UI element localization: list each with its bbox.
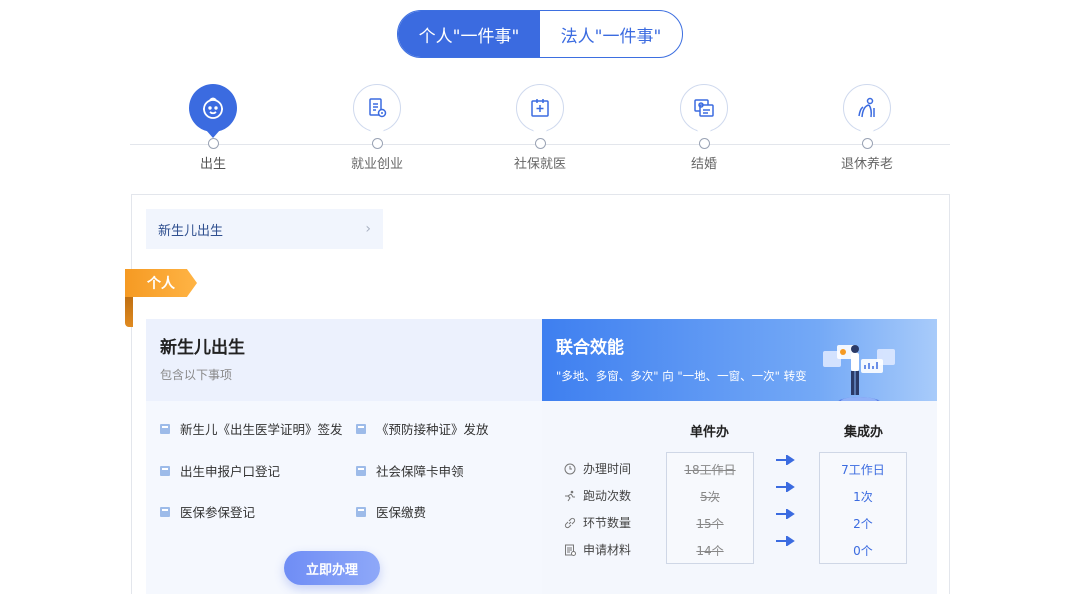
stage-dot <box>371 138 383 149</box>
material-doc-icon <box>565 544 576 556</box>
document-icon <box>160 465 170 476</box>
stage-label: 就业创业 <box>350 157 403 172</box>
stage-dot <box>861 138 873 149</box>
document-icon <box>356 465 366 476</box>
stage-employment[interactable]: 就业创业 <box>322 84 432 172</box>
col-integrated-header: 集成办 <box>844 425 884 440</box>
stage-dot <box>207 138 219 149</box>
marriage-certificate-icon <box>680 84 728 138</box>
stage-social-medical[interactable]: 社保就医 <box>485 84 595 172</box>
stage-dot <box>698 138 710 149</box>
stage-label: 社保就医 <box>513 157 566 172</box>
metric-label: 办理时间 <box>583 462 632 476</box>
stage-marriage[interactable]: 结婚 <box>649 84 759 172</box>
stage-label: 退休养老 <box>840 157 893 172</box>
running-icon <box>565 490 575 501</box>
clock-icon <box>564 463 576 474</box>
item-label: 社会保障卡申领 <box>376 464 464 479</box>
item-label: 出生申报户口登记 <box>180 464 281 479</box>
arrow-right-icon <box>776 536 795 546</box>
list-item: 新生儿《出生医学证明》签发 <box>160 419 343 438</box>
sub-nav-newborn[interactable]: 新生儿出生 › <box>146 209 383 249</box>
item-label: 新生儿《出生医学证明》签发 <box>180 422 343 437</box>
baby-face-icon <box>189 84 237 138</box>
medical-plus-icon <box>516 84 564 138</box>
link-icon <box>564 517 576 528</box>
ribbon-personal: 个人 <box>125 269 197 327</box>
metric-row: 申请材料 <box>564 541 631 558</box>
col-single-header: 单件办 <box>690 425 730 440</box>
stage-label: 结婚 <box>690 157 717 172</box>
arrow-right-icon <box>776 509 795 519</box>
newborn-card: 新生儿出生 包含以下事项 新生儿《出生医学证明》签发 《预防接种证》发放 出生申… <box>146 319 542 594</box>
tab-personal[interactable]: 个人"一件事" <box>398 11 540 57</box>
efficiency-card-header: 联合效能 "多地、多窗、多次" 向 "一地、一窗、一次" 转变 <box>542 319 937 401</box>
list-item: 医保缴费 <box>356 502 426 521</box>
document-icon <box>160 423 170 434</box>
document-badge-icon <box>353 84 401 138</box>
metric-new-value: 2个 <box>853 517 873 531</box>
document-icon <box>356 506 366 517</box>
stage-dot <box>534 138 546 149</box>
metric-new-value: 7工作日 <box>841 463 885 477</box>
sub-nav-label: 新生儿出生 <box>158 223 224 239</box>
item-label: 医保缴费 <box>376 505 427 520</box>
matter-panel: 新生儿出生 › 个人 新生儿出生 包含以下事项 新生儿《出生医学证明》签发 《预… <box>125 194 950 594</box>
dashboard-person-illustration-icon <box>823 345 895 401</box>
arrow-right-icon <box>776 455 795 465</box>
metric-label: 跑动次数 <box>583 489 632 503</box>
newborn-card-title: 新生儿出生 <box>160 338 245 358</box>
metric-row: 办理时间 <box>564 460 631 477</box>
stage-retirement[interactable]: 退休养老 <box>812 84 922 172</box>
elderly-person-icon <box>843 84 891 138</box>
document-icon <box>356 423 366 434</box>
chevron-right-icon: › <box>365 221 371 237</box>
metric-row: 跑动次数 <box>564 487 631 504</box>
newborn-card-header: 新生儿出生 包含以下事项 <box>146 319 542 401</box>
arrow-right-icon <box>776 482 795 492</box>
item-label: 医保参保登记 <box>180 505 256 520</box>
metric-new-value: 0个 <box>853 544 873 558</box>
integrated-values-box: 7工作日 1次 2个 0个 <box>819 452 907 564</box>
list-item: 《预防接种证》发放 <box>356 419 489 438</box>
list-item: 出生申报户口登记 <box>160 461 280 480</box>
document-icon <box>160 506 170 517</box>
list-item: 社会保障卡申领 <box>356 461 464 480</box>
newborn-card-subtitle: 包含以下事项 <box>160 368 233 382</box>
single-values-box: 18工作日 5次 15个 14个 <box>666 452 754 564</box>
list-item: 医保参保登记 <box>160 502 255 521</box>
top-tabs: 个人"一件事" 法人"一件事" <box>397 10 683 58</box>
efficiency-card: 联合效能 "多地、多窗、多次" 向 "一地、一窗、一次" 转变 单件办 集成办 … <box>542 319 937 594</box>
apply-now-button[interactable]: 立即办理 <box>284 551 380 585</box>
tab-legal-person[interactable]: 法人"一件事" <box>540 11 682 57</box>
metric-label: 申请材料 <box>583 543 632 557</box>
metric-label: 环节数量 <box>583 516 632 530</box>
metric-old-value: 18工作日 <box>684 463 736 477</box>
item-label: 《预防接种证》发放 <box>376 422 489 437</box>
metric-old-value: 14个 <box>696 544 724 558</box>
metric-row: 环节数量 <box>564 514 631 531</box>
metric-new-value: 1次 <box>853 490 873 504</box>
stage-label: 出生 <box>199 157 226 172</box>
ribbon-label: 个人 <box>125 269 197 297</box>
metric-old-value: 15个 <box>696 517 724 531</box>
stage-birth[interactable]: 出生 <box>158 84 268 172</box>
metric-old-value: 5次 <box>700 490 720 504</box>
